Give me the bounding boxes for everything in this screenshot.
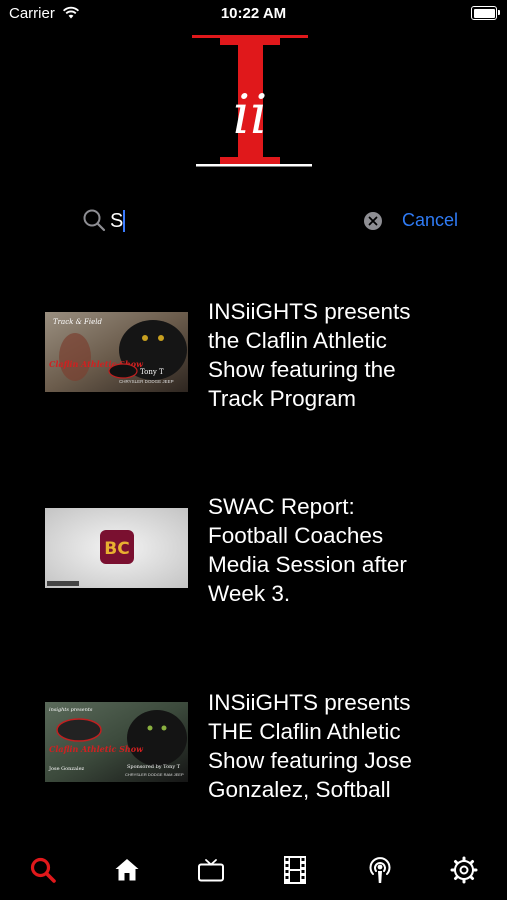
tab-search[interactable] <box>28 855 58 885</box>
svg-text:Tony T: Tony T <box>140 368 164 376</box>
status-bar: Carrier 10:22 AM <box>0 0 507 30</box>
svg-text:Track & Field: Track & Field <box>53 318 103 326</box>
logo-text: ii <box>233 83 268 146</box>
tab-settings[interactable] <box>449 855 479 885</box>
clock: 10:22 AM <box>220 5 287 22</box>
search-bar: Cancel <box>0 200 507 244</box>
tab-home[interactable] <box>112 855 142 885</box>
tab-bar <box>0 845 507 900</box>
result-title: SWAC Report: Football Coaches Media Sess… <box>208 494 407 606</box>
clear-search-icon[interactable] <box>364 212 382 235</box>
video-thumbnail[interactable]: insights presents Claflin Athletic Show … <box>45 702 188 782</box>
app-logo: ii <box>190 35 314 167</box>
tab-podcast[interactable] <box>365 855 395 885</box>
tab-film[interactable] <box>280 855 310 885</box>
video-thumbnail[interactable]: BC <box>45 508 188 588</box>
cancel-button[interactable]: Cancel <box>402 210 458 231</box>
tab-tv[interactable] <box>196 855 226 885</box>
tv-icon <box>198 859 224 882</box>
video-thumbnail[interactable]: Track & Field Claflin Athletic Show Tony… <box>45 312 188 392</box>
svg-text:Claflin Athletic Show: Claflin Athletic Show <box>49 744 144 754</box>
result-item[interactable]: BC SWAC Report: Football Coaches Media S… <box>0 490 507 620</box>
result-title: INSiiGHTS presents the Claflin Athletic … <box>208 299 411 411</box>
result-item[interactable]: Track & Field Claflin Athletic Show Tony… <box>0 295 507 425</box>
svg-text:Jose Gonzalez: Jose Gonzalez <box>48 766 85 772</box>
svg-text:insights presents: insights presents <box>49 707 93 713</box>
battery-icon <box>471 6 500 20</box>
podcast-icon <box>369 857 391 883</box>
film-icon <box>284 856 306 884</box>
home-icon <box>115 859 139 881</box>
svg-text:Sponsored by Tony T: Sponsored by Tony T <box>127 764 181 770</box>
text-caret <box>123 210 125 232</box>
search-input[interactable] <box>110 208 360 234</box>
svg-text:BC: BC <box>104 539 129 559</box>
search-icon <box>82 208 106 237</box>
svg-text:CHRYSLER DODGE JEEP: CHRYSLER DODGE JEEP <box>119 379 174 384</box>
result-title: INSiiGHTS presents THE Claflin Athletic … <box>208 690 412 802</box>
search-tab-icon <box>30 857 56 883</box>
result-item[interactable]: insights presents Claflin Athletic Show … <box>0 686 507 816</box>
svg-text:CHRYSLER DODGE RAM JEEP: CHRYSLER DODGE RAM JEEP <box>125 772 184 777</box>
gear-icon <box>450 856 478 884</box>
